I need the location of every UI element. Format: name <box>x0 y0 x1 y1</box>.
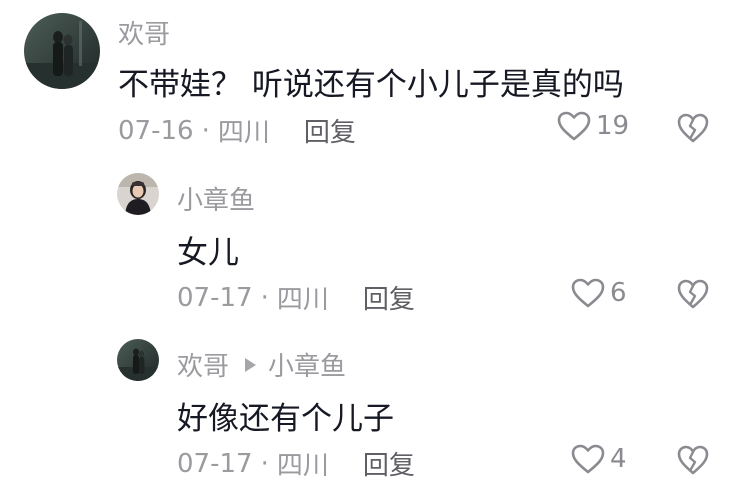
comment-text: 不带娃？ 听说还有个小儿子是真的吗 <box>118 67 624 103</box>
dislike-button[interactable] <box>676 112 710 144</box>
broken-heart-icon <box>677 279 709 309</box>
like-count: 4 <box>610 444 627 474</box>
separator-dot: · <box>201 115 210 146</box>
like-count: 6 <box>610 278 627 308</box>
dislike-button[interactable] <box>676 444 710 476</box>
comment-author[interactable]: 小章鱼 <box>177 180 255 217</box>
reply-button[interactable]: 回复 <box>304 112 356 149</box>
girl-photo-avatar-icon <box>117 173 159 215</box>
comment-location: 四川 <box>217 118 270 148</box>
comment-text: 好像还有个儿子 <box>177 401 394 437</box>
separator-dot: · <box>260 448 269 479</box>
avatar[interactable] <box>24 13 100 89</box>
comment-date: 07-17 <box>177 282 253 313</box>
like-button[interactable]: 6 <box>570 277 627 309</box>
comment-text: 女儿 <box>177 235 239 271</box>
comment-author[interactable]: 欢哥 <box>118 14 170 51</box>
heart-icon <box>571 278 605 308</box>
comment-date: 07-16 <box>118 115 194 146</box>
avatar[interactable] <box>117 173 159 215</box>
dislike-button[interactable] <box>676 278 710 310</box>
separator-dot: · <box>260 282 269 313</box>
heart-icon <box>557 111 591 141</box>
broken-heart-icon <box>677 445 709 475</box>
avatar[interactable] <box>117 339 159 381</box>
broken-heart-icon <box>677 113 709 143</box>
like-count: 19 <box>596 111 630 141</box>
comment-author[interactable]: 欢哥 <box>177 346 229 383</box>
reply-button[interactable]: 回复 <box>363 279 415 316</box>
comment-location: 四川 <box>276 285 329 315</box>
comment-location: 四川 <box>276 451 329 481</box>
reply-button[interactable]: 回复 <box>363 445 415 482</box>
like-button[interactable]: 4 <box>570 443 627 475</box>
comment-date: 07-17 <box>177 448 253 479</box>
reply-to-author[interactable]: 小章鱼 <box>268 346 346 383</box>
heart-icon <box>571 444 605 474</box>
couple-photo-avatar-icon <box>117 339 159 381</box>
couple-photo-avatar-icon <box>24 13 100 89</box>
reply-to-arrow-icon <box>245 357 257 372</box>
like-button[interactable]: 19 <box>556 110 629 142</box>
